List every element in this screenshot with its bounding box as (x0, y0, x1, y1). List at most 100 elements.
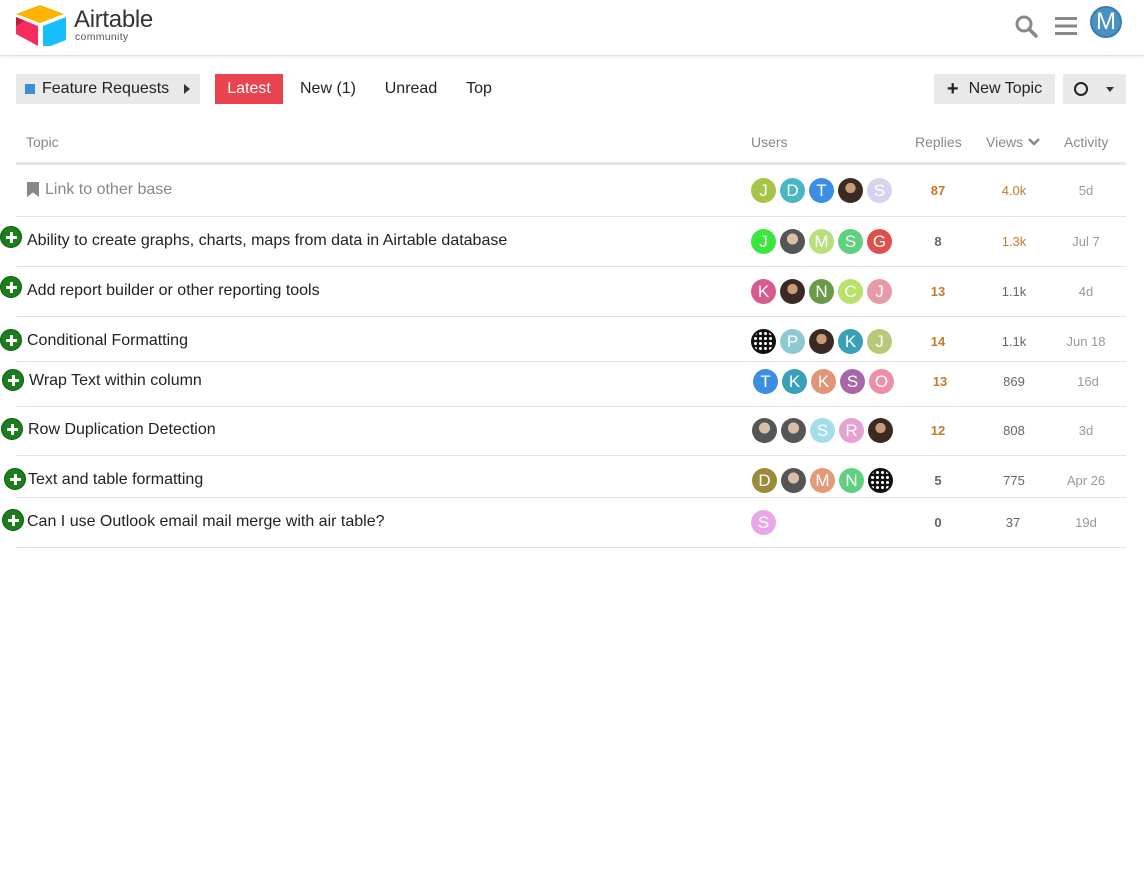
user-avatar[interactable] (838, 178, 863, 203)
user-avatar[interactable]: K (751, 279, 776, 304)
activity-time[interactable]: 4d (1061, 284, 1111, 299)
table-row: Text and table formatting D MN 5 775 Apr … (0, 456, 1130, 498)
topic-title[interactable]: Conditional Formatting (27, 332, 188, 350)
reply-count: 5 (934, 473, 942, 488)
user-avatar[interactable]: J (751, 178, 776, 203)
column-header-views[interactable]: Views (986, 134, 1041, 150)
user-avatar[interactable]: D (780, 178, 805, 203)
user-avatars: J MSG (751, 229, 896, 254)
tab-latest[interactable]: Latest (215, 74, 283, 104)
airtable-logo-icon (16, 5, 66, 49)
user-avatar[interactable]: T (809, 178, 834, 203)
bookmark-icon (27, 182, 39, 197)
user-avatar[interactable]: S (751, 510, 776, 535)
topic-title[interactable]: Row Duplication Detection (28, 421, 216, 439)
category-dropdown[interactable]: Feature Requests (16, 74, 200, 104)
search-icon[interactable] (1012, 12, 1040, 40)
topic-title[interactable]: Ability to create graphs, charts, maps f… (27, 232, 507, 250)
table-row: Can I use Outlook email mail merge with … (0, 498, 1130, 548)
new-topic-button[interactable]: + New Topic (934, 74, 1055, 104)
user-avatar[interactable]: T (753, 369, 778, 394)
activity-time[interactable]: 19d (1061, 515, 1111, 530)
user-avatar[interactable]: J (867, 279, 892, 304)
user-avatar[interactable]: S (810, 418, 835, 443)
user-avatar[interactable]: P (780, 329, 805, 354)
user-avatar[interactable] (868, 418, 893, 443)
view-count: 4.0k (1001, 183, 1027, 198)
plus-icon: + (946, 78, 959, 100)
activity-time[interactable]: 16d (1063, 374, 1113, 389)
user-avatar[interactable]: R (839, 418, 864, 443)
add-feature-icon[interactable] (2, 509, 24, 531)
add-feature-icon[interactable] (0, 226, 22, 248)
user-avatar[interactable]: K (838, 329, 863, 354)
tab-unread[interactable]: Unread (376, 74, 446, 104)
add-feature-icon[interactable] (4, 468, 26, 490)
user-avatars: D MN (752, 468, 897, 493)
table-row: Wrap Text within column TKKSO 13 869 16d (0, 362, 1130, 407)
user-avatars: JDT S (751, 178, 896, 203)
view-count: 808 (1003, 423, 1025, 438)
user-avatar[interactable] (780, 279, 805, 304)
add-feature-icon[interactable] (2, 369, 24, 391)
tab-new[interactable]: New (1) (293, 74, 363, 104)
user-avatar[interactable]: C (838, 279, 863, 304)
view-count: 775 (1003, 473, 1025, 488)
user-avatar[interactable]: M (809, 229, 834, 254)
activity-time[interactable]: 5d (1061, 183, 1111, 198)
user-avatar[interactable]: N (839, 468, 864, 493)
user-avatar[interactable]: S (838, 229, 863, 254)
user-avatar[interactable]: J (751, 229, 776, 254)
topic-navigation: Feature Requests Latest New (1) Unread T… (16, 74, 1128, 104)
add-feature-icon[interactable] (0, 329, 22, 351)
user-avatar[interactable]: G (867, 229, 892, 254)
user-avatar[interactable]: K (811, 369, 836, 394)
user-avatar[interactable]: J (867, 329, 892, 354)
topic-title[interactable]: Can I use Outlook email mail merge with … (27, 513, 385, 531)
topic-title[interactable]: Add report builder or other reporting to… (27, 282, 320, 300)
activity-time[interactable]: Jul 7 (1061, 234, 1111, 249)
user-avatar[interactable]: O (869, 369, 894, 394)
add-feature-icon[interactable] (0, 276, 22, 298)
view-count: 1.3k (1001, 234, 1027, 249)
user-avatar[interactable] (751, 329, 776, 354)
add-feature-icon[interactable] (1, 418, 23, 440)
reply-count: 14 (930, 334, 946, 349)
user-avatar[interactable] (781, 468, 806, 493)
topic-title[interactable]: Text and table formatting (28, 471, 203, 489)
hamburger-menu-icon[interactable] (1052, 12, 1080, 40)
topic-title[interactable]: Link to other base (45, 181, 172, 199)
notification-level-dropdown[interactable] (1063, 74, 1126, 104)
caret-down-icon (1106, 87, 1114, 92)
user-avatar[interactable]: S (840, 369, 865, 394)
activity-time[interactable]: 3d (1061, 423, 1111, 438)
category-label: Feature Requests (42, 80, 170, 97)
reply-count: 12 (930, 423, 946, 438)
column-header-activity[interactable]: Activity (1064, 134, 1108, 150)
table-row: Ability to create graphs, charts, maps f… (0, 217, 1130, 267)
reply-count: 87 (930, 183, 946, 198)
user-avatar[interactable] (781, 418, 806, 443)
user-avatar[interactable] (780, 229, 805, 254)
logo-wordmark: Airtable (74, 6, 153, 33)
user-avatar[interactable] (809, 329, 834, 354)
user-avatar[interactable]: D (752, 468, 777, 493)
view-count: 37 (1005, 515, 1021, 530)
activity-time[interactable]: Apr 26 (1061, 473, 1111, 488)
user-avatars: TKKSO (753, 369, 898, 394)
category-color-square (25, 84, 35, 94)
user-avatar[interactable] (752, 418, 777, 443)
user-avatar[interactable]: S (867, 178, 892, 203)
current-user-avatar[interactable]: M (1090, 6, 1122, 38)
table-row: Conditional Formatting P KJ 14 1.1k Jun 1… (0, 317, 1130, 362)
user-avatar[interactable] (868, 468, 893, 493)
tab-top[interactable]: Top (459, 74, 499, 104)
reply-count: 13 (932, 374, 948, 389)
user-avatar[interactable]: K (782, 369, 807, 394)
user-avatar[interactable]: N (809, 279, 834, 304)
airtable-logo[interactable]: Airtable community (14, 4, 174, 49)
user-avatar[interactable]: M (810, 468, 835, 493)
topic-title[interactable]: Wrap Text within column (29, 372, 202, 390)
activity-time[interactable]: Jun 18 (1061, 334, 1111, 349)
column-header-replies[interactable]: Replies (915, 134, 962, 150)
